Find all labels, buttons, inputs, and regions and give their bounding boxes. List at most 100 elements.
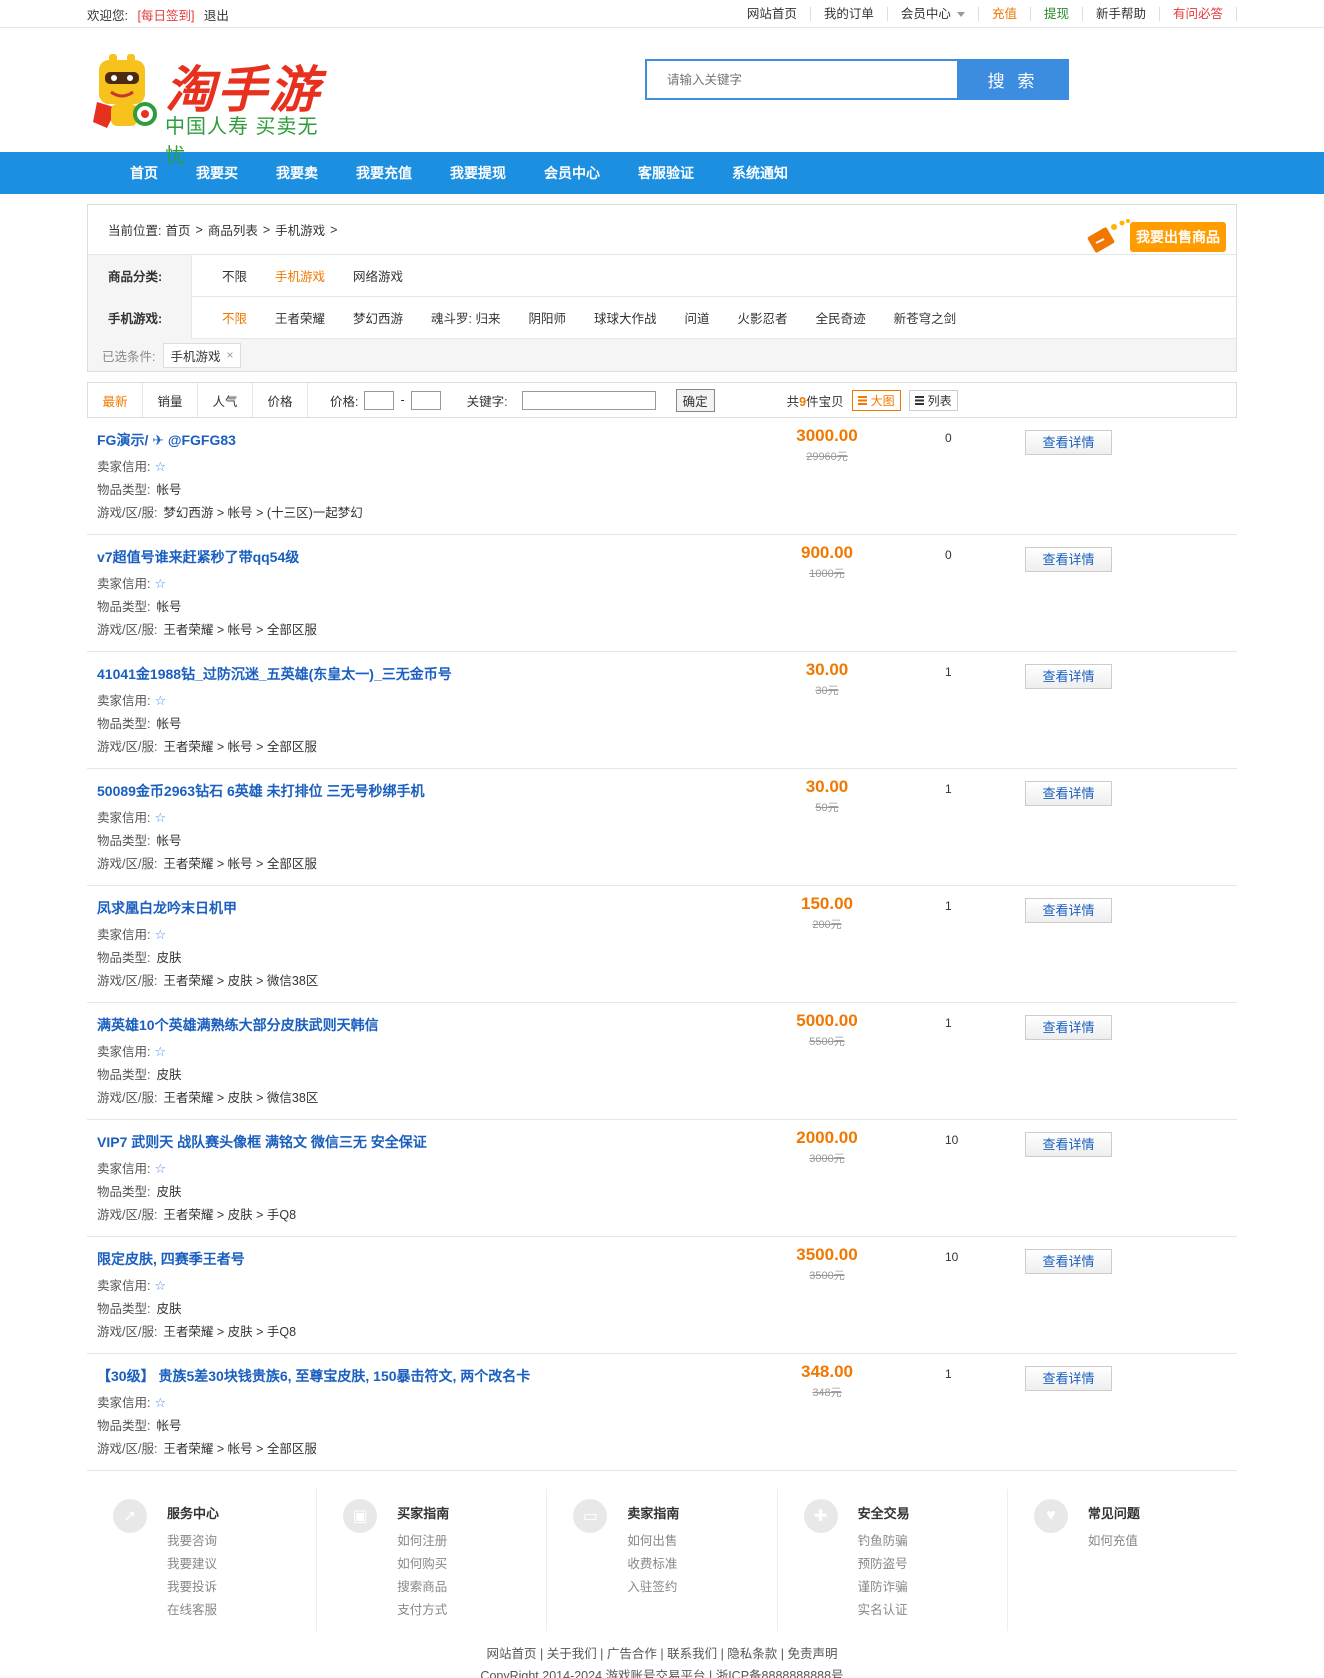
- nav-system-notice[interactable]: 系统通知: [732, 163, 788, 183]
- original-price: 3500元: [809, 1270, 845, 1282]
- nav-sell[interactable]: 我要卖: [276, 163, 318, 183]
- site-logo[interactable]: 淘手游 中国人寿 买卖无忧: [87, 46, 337, 167]
- footer-link[interactable]: 我要咨询: [167, 1530, 316, 1553]
- view-detail-button[interactable]: 查看详情: [1025, 1366, 1112, 1391]
- top-link-recharge[interactable]: 充值: [979, 7, 1031, 21]
- footer-link[interactable]: 钓鱼防骗: [858, 1530, 1007, 1553]
- top-link-home[interactable]: 网站首页: [734, 7, 811, 21]
- item-count: 10: [945, 1133, 959, 1147]
- nav-member-center[interactable]: 会员中心: [544, 163, 600, 183]
- breadcrumb-sep: >: [262, 222, 271, 237]
- view-detail-button[interactable]: 查看详情: [1025, 898, 1112, 923]
- view-detail-button[interactable]: 查看详情: [1025, 1132, 1112, 1157]
- keyword-input[interactable]: [521, 390, 656, 410]
- item-type-value: 帐号: [156, 1419, 182, 1433]
- original-price: 1000元: [809, 568, 845, 580]
- product-title[interactable]: 41041金1988钻_过防沉迷_五英雄(东皇太一)_三无金币号: [97, 664, 452, 684]
- breadcrumb-mobile[interactable]: 手机游戏: [275, 220, 325, 239]
- daily-sign-in-link[interactable]: [每日签到]: [137, 9, 194, 23]
- footer-link[interactable]: 收费标准: [627, 1553, 776, 1576]
- sort-sales[interactable]: 销量: [143, 383, 198, 417]
- footer-link[interactable]: 如何出售: [627, 1530, 776, 1553]
- game-server: 游戏/区/服: 王者荣耀 > 帐号 > 全部区服: [97, 853, 317, 872]
- footer-link[interactable]: 如何购买: [397, 1553, 546, 1576]
- footer-link[interactable]: 我要投诉: [167, 1576, 316, 1599]
- product-title[interactable]: 50089金币2963钻石 6英雄 未打排位 三无号秒绑手机: [97, 781, 425, 801]
- product-item: 限定皮肤, 四赛季王者号 卖家信用: ☆ 物品类型: 皮肤 游戏/区/服: 王者荣耀 > 皮…: [87, 1237, 1237, 1354]
- category-option-any[interactable]: 不限: [222, 266, 247, 285]
- item-type-label: 物品类型:: [97, 834, 151, 848]
- nav-recharge[interactable]: 我要充值: [356, 163, 412, 183]
- nav-home[interactable]: 首页: [130, 163, 158, 183]
- game-server-value: 王者荣耀 > 帐号 > 全部区服: [163, 623, 317, 637]
- price-min-input[interactable]: [364, 390, 395, 410]
- current-price: 30.00: [805, 777, 849, 796]
- search-input[interactable]: [645, 59, 957, 100]
- item-count: 0: [945, 431, 952, 445]
- game-option[interactable]: 球球大作战: [594, 308, 657, 327]
- footer-link[interactable]: 如何充值: [1088, 1530, 1237, 1553]
- top-link-member[interactable]: 会员中心: [888, 7, 979, 21]
- item-type-value: 皮肤: [156, 1185, 182, 1199]
- original-price: 30元: [815, 685, 839, 697]
- sort-popularity[interactable]: 人气: [198, 383, 253, 417]
- top-link-help[interactable]: 新手帮助: [1083, 7, 1160, 21]
- footer-link[interactable]: 入驻签约: [627, 1576, 776, 1599]
- price-block: 2000.00 3000元: [787, 1128, 867, 1166]
- sort-newest[interactable]: 最新: [88, 383, 143, 417]
- sort-price[interactable]: 价格: [253, 383, 308, 417]
- nav-service-verify[interactable]: 客服验证: [638, 163, 694, 183]
- footer-link[interactable]: 我要建议: [167, 1553, 316, 1576]
- view-detail-button[interactable]: 查看详情: [1025, 430, 1112, 455]
- footer-link[interactable]: 搜索商品: [397, 1576, 546, 1599]
- category-option-online[interactable]: 网络游戏: [353, 266, 403, 285]
- game-option[interactable]: 火影忍者: [738, 308, 788, 327]
- game-option[interactable]: 全民奇迹: [816, 308, 866, 327]
- footer-link[interactable]: 谨防诈骗: [858, 1576, 1007, 1599]
- top-link-withdraw[interactable]: 提现: [1031, 7, 1083, 21]
- product-title[interactable]: VIP7 武则天 战队赛头像框 满铭文 微信三无 安全保证: [97, 1132, 427, 1152]
- game-option[interactable]: 魂斗罗: 归来: [431, 308, 500, 327]
- chosen-chip[interactable]: 手机游戏 ×: [163, 342, 241, 368]
- game-option[interactable]: 新苍穹之剑: [894, 308, 957, 327]
- nav-buy[interactable]: 我要买: [196, 163, 238, 183]
- footer-link[interactable]: 在线客服: [167, 1599, 316, 1622]
- game-option[interactable]: 不限: [222, 308, 247, 327]
- game-option[interactable]: 问道: [685, 308, 710, 327]
- game-option[interactable]: 王者荣耀: [275, 308, 325, 327]
- view-list-button[interactable]: 列表: [908, 389, 958, 411]
- game-option[interactable]: 阴阳师: [529, 308, 567, 327]
- game-option[interactable]: 梦幻西游: [353, 308, 403, 327]
- top-link-faq[interactable]: 有问必答: [1160, 7, 1237, 21]
- view-detail-button[interactable]: 查看详情: [1025, 664, 1112, 689]
- view-detail-button[interactable]: 查看详情: [1025, 1015, 1112, 1040]
- search-button[interactable]: 搜 索: [957, 59, 1069, 100]
- view-detail-button[interactable]: 查看详情: [1025, 547, 1112, 572]
- product-title[interactable]: v7超值号谁来赶紧秒了带qq54级: [97, 547, 299, 567]
- view-grid-button[interactable]: 大图: [851, 389, 901, 411]
- footer-link[interactable]: 预防盗号: [858, 1553, 1007, 1576]
- footer-link[interactable]: 实名认证: [858, 1599, 1007, 1622]
- product-title[interactable]: 凤求凰白龙吟末日机甲: [97, 898, 237, 918]
- footer-bottom-links[interactable]: 网站首页 | 关于我们 | 广告合作 | 联系我们 | 隐私条款 | 免责声明: [87, 1643, 1237, 1665]
- category-option-mobile[interactable]: 手机游戏: [275, 266, 325, 285]
- product-title[interactable]: 满英雄10个英雄满熟练大部分皮肤武则天韩信: [97, 1015, 379, 1035]
- sell-item-button[interactable]: 我要出售商品: [1084, 217, 1226, 257]
- close-icon[interactable]: ×: [227, 348, 234, 362]
- game-server-value: 王者荣耀 > 皮肤 > 微信38区: [163, 1091, 319, 1105]
- product-title[interactable]: 限定皮肤, 四赛季王者号: [97, 1249, 245, 1269]
- footer-link[interactable]: 支付方式: [397, 1599, 546, 1622]
- top-link-orders[interactable]: 我的订单: [811, 7, 888, 21]
- price-max-input[interactable]: [410, 390, 441, 410]
- nav-withdraw[interactable]: 我要提现: [450, 163, 506, 183]
- product-title[interactable]: 【30级】 贵族5差30块钱贵族6, 至尊宝皮肤, 150暴击符文, 两个改名卡: [97, 1366, 530, 1386]
- filter-confirm-button[interactable]: 确定: [675, 388, 715, 412]
- breadcrumb-home[interactable]: 首页: [165, 220, 190, 239]
- breadcrumb-list[interactable]: 商品列表: [208, 220, 258, 239]
- game-filter-row: 手机游戏: 不限 王者荣耀 梦幻西游 魂斗罗: 归来 阴阳师 球球大作战 问道 …: [88, 296, 1236, 339]
- view-detail-button[interactable]: 查看详情: [1025, 1249, 1112, 1274]
- view-detail-button[interactable]: 查看详情: [1025, 781, 1112, 806]
- product-title[interactable]: FG演示/ ✈ @FGFG83: [97, 430, 236, 450]
- logout-link[interactable]: 退出: [204, 9, 229, 23]
- footer-link[interactable]: 如何注册: [397, 1530, 546, 1553]
